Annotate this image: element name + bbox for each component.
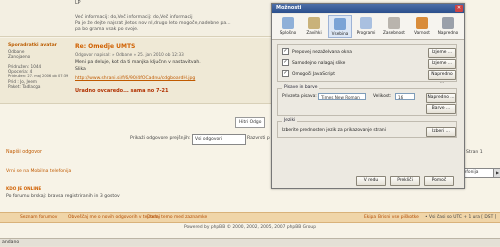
options-dialog: Možnosti ✕ Splošno Zavihki Vsebina Progr… bbox=[271, 3, 465, 189]
colors-button[interactable]: Barve ... bbox=[426, 104, 456, 114]
languages-text: Izberite prednosten jezik za prikazovanj… bbox=[282, 128, 386, 133]
who-online-title: KDO JE ONLINE bbox=[6, 186, 42, 191]
tab-advanced[interactable]: Napredno bbox=[436, 15, 460, 38]
tabs-icon bbox=[308, 17, 320, 29]
tab-applications[interactable]: Programi bbox=[354, 15, 378, 38]
javascript-advanced-button[interactable]: Napredno ... bbox=[428, 70, 456, 85]
tab-label: Splošno bbox=[279, 30, 297, 35]
content-icon bbox=[334, 18, 346, 30]
languages-choose-button[interactable]: Izberi ... bbox=[426, 127, 456, 137]
tab-label: Programi bbox=[356, 30, 376, 35]
author-info: Pridružen: 27. maj 2006 ob 07:39 bbox=[8, 74, 69, 78]
security-lock-icon bbox=[416, 17, 428, 29]
fonts-colors-group: Pisave in barve Privzeta pisava: Times N… bbox=[277, 85, 457, 116]
checkbox-label: Samodejno nalagaj slike bbox=[292, 61, 346, 66]
enable-javascript-row[interactable]: ✓ Omogoči JavaScript bbox=[282, 70, 335, 77]
font-label: Privzeta pisava: bbox=[282, 94, 317, 99]
tab-label: Varnost bbox=[414, 30, 430, 35]
tab-tabs[interactable]: Zavihki bbox=[302, 15, 326, 38]
post-signature: Uradno ovcaredo... sama no 7-21 bbox=[75, 88, 169, 94]
checkbox-checked[interactable]: ✓ bbox=[282, 70, 289, 77]
footer-link-bookmark[interactable]: Dodaj temo med zaznamke bbox=[147, 215, 207, 220]
ok-button[interactable]: V redu bbox=[356, 176, 386, 186]
post-meta: Odgovor napisal: » Odbane » 25. jan 2010… bbox=[75, 52, 184, 57]
tab-general[interactable]: Splošno bbox=[276, 15, 300, 38]
checkbox-checked[interactable]: ✓ bbox=[282, 48, 289, 55]
help-button[interactable]: Pomoč bbox=[424, 176, 454, 186]
dialog-title: Možnosti bbox=[272, 4, 464, 13]
block-popups-row[interactable]: ✓ Prepovej nezaželvana okna bbox=[282, 48, 352, 55]
status-bar: andano bbox=[0, 238, 500, 246]
font-select[interactable]: Times New Roman bbox=[318, 93, 366, 100]
load-images-row[interactable]: ✓ Samodejno nalagaj slike bbox=[282, 59, 345, 66]
general-icon bbox=[282, 17, 294, 29]
checkbox-checked[interactable]: ✓ bbox=[282, 59, 289, 66]
post-author[interactable]: Sporadratki avatar bbox=[8, 43, 57, 48]
cancel-button[interactable]: Prekliči bbox=[390, 176, 420, 186]
footer-timezone: • Vsi časi so UTC + 1 ura [ DST ] bbox=[425, 215, 497, 220]
tab-label: Zavihki bbox=[306, 30, 322, 35]
size-label: Velikost: bbox=[373, 94, 392, 99]
page-nav[interactable]: Stran 1 bbox=[466, 150, 483, 155]
post-body: Meni pa deluje, kot da ti manjka ključnn… bbox=[75, 60, 201, 65]
tab-privacy[interactable]: Zasebnost bbox=[382, 15, 406, 38]
go-button[interactable]: ▶ bbox=[493, 168, 500, 178]
footer-link-cookies[interactable]: Brisni vse piškotke bbox=[378, 215, 419, 220]
tab-content[interactable]: Vsebina bbox=[328, 15, 352, 38]
close-icon[interactable]: ✕ bbox=[455, 5, 463, 12]
advanced-gear-icon bbox=[442, 17, 454, 29]
post-link[interactable]: http://www.shrani.si/f/6/90/4fOCadnu/cdg… bbox=[75, 76, 195, 81]
footer-link-team[interactable]: Ekipa bbox=[364, 215, 376, 220]
dialog-tabs: Splošno Zavihki Vsebina Programi Zasebno… bbox=[272, 14, 464, 40]
fonts-advanced-button[interactable]: Napredno ... bbox=[426, 93, 456, 103]
content-options-group: ✓ Prepovej nezaželvana okna ✓ Samodejno na… bbox=[277, 44, 457, 85]
footer-bar: Seznam forumov Obveščaj me o novih odgov… bbox=[0, 212, 500, 223]
previous-post: LP Već informacij: do,Več informacij: do… bbox=[0, 0, 272, 37]
footer-link-index[interactable]: Seznam forumov bbox=[20, 215, 57, 220]
tab-label: Zasebnost bbox=[383, 30, 405, 35]
tab-label: Napredno bbox=[437, 30, 459, 35]
image-exceptions-button[interactable]: Izjeme ... bbox=[428, 59, 456, 69]
powered-by: Powered by phpBB © 2000, 2002, 2005, 200… bbox=[183, 225, 316, 230]
sort-right-label: Razvrsti p bbox=[247, 136, 270, 141]
post-line: pa bo grama vsak po svoje. bbox=[75, 27, 139, 32]
quick-reply-button[interactable]: Hitri Odgo bbox=[235, 117, 266, 128]
author-info: Zanojaeno bbox=[8, 54, 31, 59]
back-to-forum-link[interactable]: Vrni se na Mobilna telefonija bbox=[6, 169, 71, 174]
post-title[interactable]: Re: Omedje UMTS bbox=[75, 43, 135, 50]
popup-exceptions-button[interactable]: Izjeme ... bbox=[428, 48, 456, 58]
group-label: Jeziki bbox=[282, 118, 298, 123]
group-label: Pisave in barve bbox=[282, 85, 320, 90]
tab-security[interactable]: Varnost bbox=[410, 15, 434, 38]
applications-icon bbox=[360, 17, 372, 29]
checkbox-label: Prepovej nezaželvana okna bbox=[292, 50, 352, 55]
post-lp: LP bbox=[75, 1, 81, 6]
tab-label: Vsebina bbox=[331, 31, 349, 36]
post-line: Pa je že dejte najsrat jletos nov nl,dru… bbox=[75, 21, 231, 26]
sort-select[interactable]: Vsi odgovori bbox=[192, 134, 246, 145]
post-body: Slika bbox=[75, 67, 86, 72]
privacy-mask-icon bbox=[388, 17, 400, 29]
sort-label: Prikaži odgovore prejšnjih: bbox=[130, 136, 191, 141]
author-info: Paket: Tadlacga bbox=[8, 84, 41, 89]
reply-link[interactable]: Napiši odgovor bbox=[6, 150, 42, 155]
forum-post: Sporadratki avatar Odbane Zanojaeno Prid… bbox=[0, 38, 272, 104]
browsing-text: Po forumu brskaj: bravsa registriranih i… bbox=[6, 194, 120, 199]
checkbox-label: Omogoči JavaScript bbox=[292, 72, 335, 77]
post-line: Već informacij: do,Več informacij: do,Ve… bbox=[75, 15, 193, 20]
size-select[interactable]: 16 bbox=[395, 93, 415, 100]
languages-group: Jeziki Izberite prednosten jezik za prik… bbox=[277, 118, 457, 138]
